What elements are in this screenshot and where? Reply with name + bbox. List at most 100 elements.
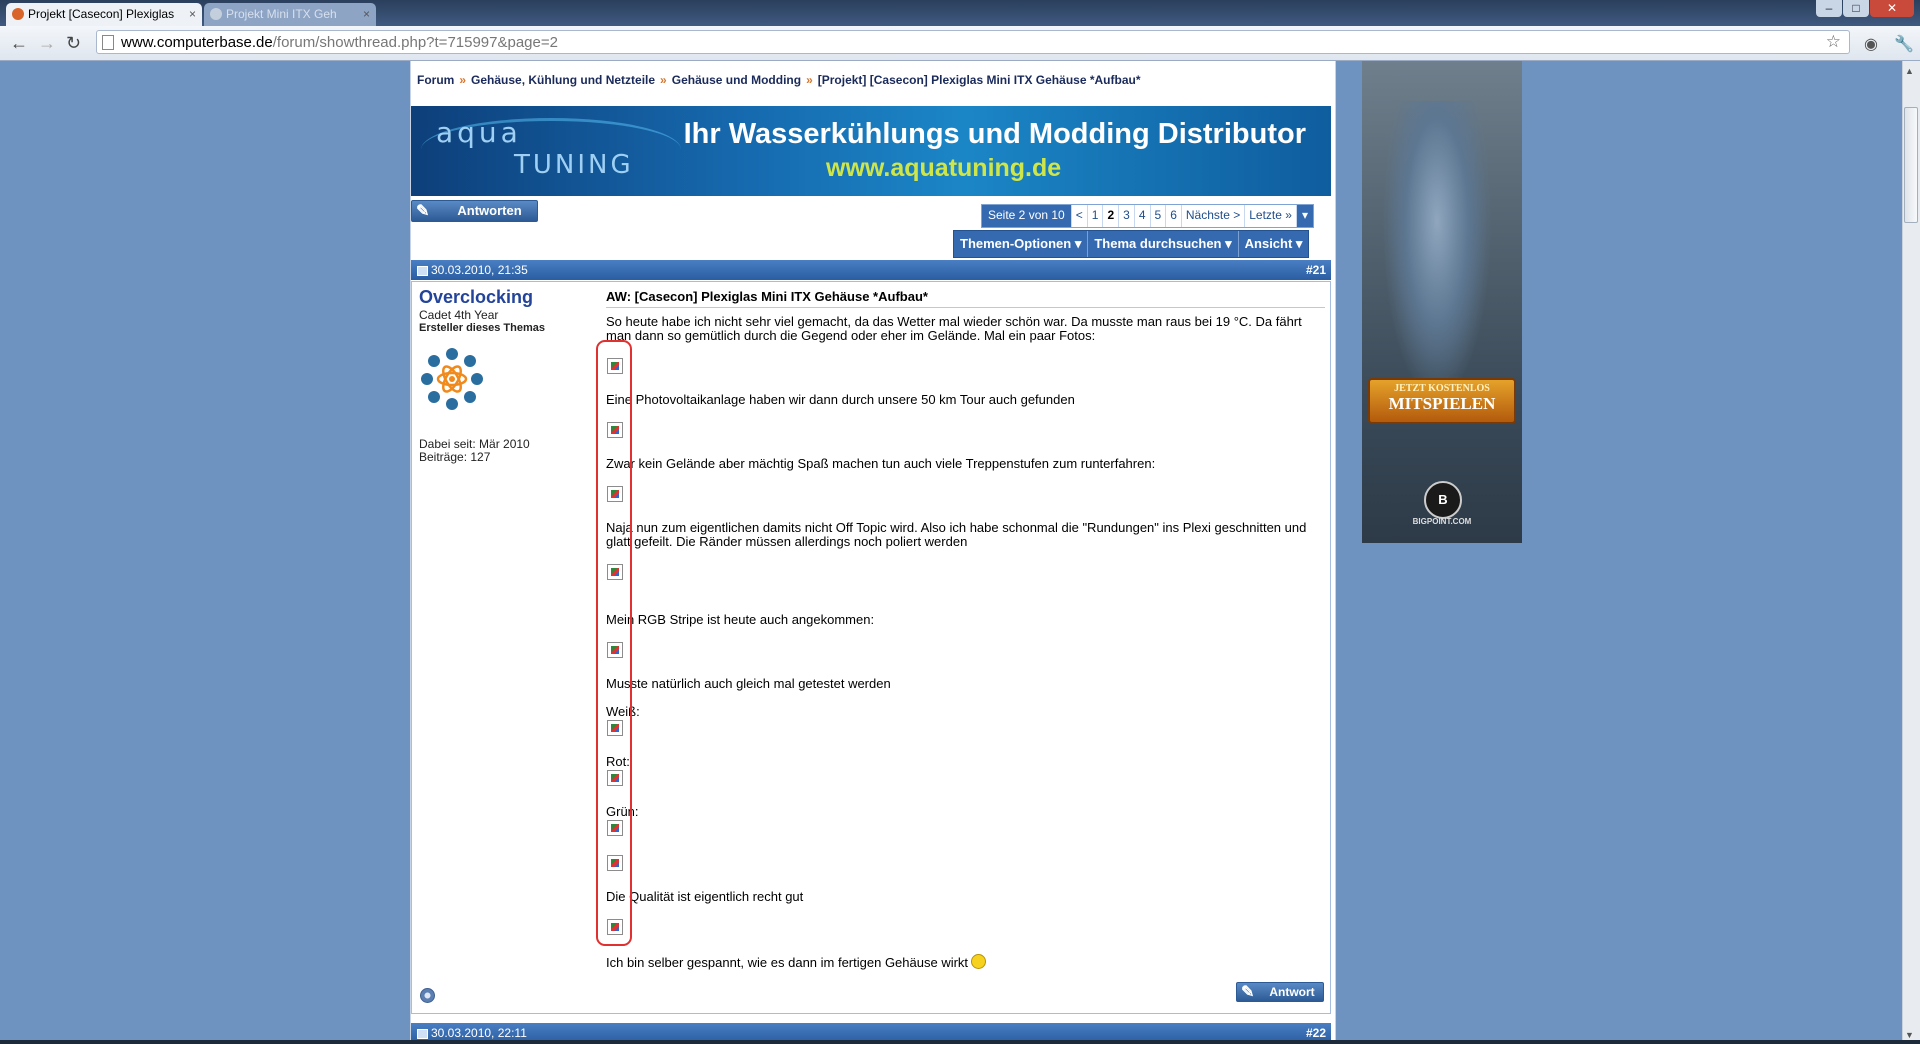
bigpoint-logo-icon: B <box>1424 481 1462 519</box>
post-body <box>411 281 1331 1014</box>
ad-play-button[interactable]: JETZT KOSTENLOS MITSPIELEN <box>1368 378 1516 424</box>
page-link[interactable]: 1 <box>1086 205 1103 227</box>
post-status-icon <box>417 1029 428 1039</box>
bookmark-star-icon[interactable]: ☆ <box>1826 32 1841 52</box>
page-link[interactable]: 3 <box>1118 205 1134 227</box>
breadcrumb-separator: » <box>459 73 467 87</box>
taskbar <box>0 1040 1920 1044</box>
post-paragraph: Rot: <box>606 754 630 769</box>
scroll-up-icon[interactable]: ▲ <box>1905 66 1914 76</box>
page-link[interactable]: 5 <box>1149 205 1166 227</box>
pen-icon: ✎ <box>416 203 430 220</box>
avatar[interactable] <box>419 346 485 412</box>
page-icon <box>102 35 114 50</box>
ad-banner[interactable]: aqua TUNING Ihr Wasserkühlungs und Moddi… <box>411 106 1331 196</box>
pen-icon: ✎ <box>1241 984 1255 1001</box>
post-number[interactable]: #21 <box>1306 260 1326 280</box>
page-link[interactable]: 6 <box>1165 205 1181 227</box>
minimize-icon[interactable]: – <box>1816 0 1842 17</box>
post-closing-text: Ich bin selber gespannt, wie es dann im … <box>606 955 969 970</box>
extension-icon[interactable]: ◉ <box>1864 34 1878 54</box>
join-date: Dabei seit: Mär 2010 <box>419 437 530 451</box>
thread-options-menu[interactable]: Themen-Optionen ▾ <box>954 231 1087 257</box>
reply-button[interactable]: ✎ Antworten <box>411 200 538 222</box>
tab-inactive[interactable]: Projekt Mini ITX Geh × <box>204 3 376 26</box>
tab-label: Projekt Mini ITX Geh <box>226 7 337 21</box>
ad-character-image <box>1382 101 1492 401</box>
breadcrumb-gehaeuse-kuehlung[interactable]: Gehäuse, Kühlung und Netzteile <box>471 73 655 87</box>
ad-button-line2: MITSPIELEN <box>1388 394 1496 413</box>
post-paragraph: Weiß: <box>606 704 640 719</box>
post-username[interactable]: Overclocking <box>419 287 533 308</box>
page-last[interactable]: Letzte » <box>1244 205 1296 227</box>
close-icon[interactable]: × <box>363 3 370 26</box>
tab-bar: Projekt [Casecon] Plexiglas × Projekt Mi… <box>0 0 1920 26</box>
close-window-icon[interactable]: ✕ <box>1870 0 1914 17</box>
favicon-icon <box>210 8 222 20</box>
skyscraper-ad[interactable]: JETZT KOSTENLOS MITSPIELEN B BIGPOINT.CO… <box>1362 61 1522 543</box>
tab-active[interactable]: Projekt [Casecon] Plexiglas × <box>6 3 202 26</box>
divider <box>606 307 1325 308</box>
close-icon[interactable]: × <box>189 3 196 26</box>
view-menu[interactable]: Ansicht ▾ <box>1237 231 1309 257</box>
page-current: 2 <box>1102 205 1118 227</box>
maximize-icon[interactable]: □ <box>1843 0 1869 17</box>
post-count: Beiträge: 127 <box>419 450 491 464</box>
thread-tools: Themen-Optionen ▾ Thema durchsuchen ▾ An… <box>953 230 1310 258</box>
banner-url: www.aquatuning.de <box>826 154 1062 182</box>
ad-logo-text: BIGPOINT.COM <box>1412 517 1472 526</box>
address-bar[interactable]: www.computerbase.de/forum/showthread.php… <box>96 30 1850 54</box>
reload-icon[interactable]: ↻ <box>66 33 81 54</box>
url-host: www.computerbase.de <box>121 34 273 51</box>
ad-button-line1: JETZT KOSTENLOS <box>1394 383 1490 394</box>
post-paragraph: Eine Photovoltaikanlage haben wir dann d… <box>606 392 1075 407</box>
smiley-icon <box>971 954 987 969</box>
forward-icon[interactable]: → <box>38 33 56 54</box>
back-icon[interactable]: ← <box>10 33 28 54</box>
breadcrumb-gehaeuse-modding[interactable]: Gehäuse und Modding <box>672 73 801 87</box>
page-link[interactable]: 4 <box>1133 205 1150 227</box>
quote-reply-button[interactable]: ✎ Antwort <box>1236 982 1324 1002</box>
page-label[interactable]: Seite 2 von 10 <box>982 205 1071 227</box>
chevron-down-icon[interactable]: ▾ <box>1295 205 1313 227</box>
banner-logo: aqua <box>436 116 522 149</box>
scrollbar-thumb[interactable] <box>1904 107 1918 223</box>
breadcrumb-thread[interactable]: [Projekt] [Casecon] Plexiglas Mini ITX G… <box>818 73 1141 87</box>
banner-logo-sub: TUNING <box>514 150 634 180</box>
thread-search-menu[interactable]: Thema durchsuchen ▾ <box>1087 231 1237 257</box>
post-paragraph: So heute habe ich nicht sehr viel gemach… <box>606 314 1302 343</box>
post-title: AW: [Casecon] Plexiglas Mini ITX Gehäuse… <box>606 289 928 304</box>
wrench-icon[interactable]: 🔧 <box>1894 34 1914 54</box>
post-status-icon <box>417 266 428 276</box>
user-title: Cadet 4th Year <box>419 308 499 322</box>
breadcrumb-separator: » <box>806 73 813 87</box>
post-paragraph: Die Qualität ist eigentlich recht gut <box>606 889 804 904</box>
post-paragraph: Naja nun zum eigentlichen damits nicht O… <box>606 520 1307 549</box>
tab-label: Projekt [Casecon] Plexiglas <box>28 7 175 21</box>
url-path: /forum/showthread.php?t=715997&page=2 <box>272 34 558 51</box>
favicon-icon <box>12 8 24 20</box>
user-rank: Ersteller dieses Themas <box>419 322 545 334</box>
page-next[interactable]: Nächste > <box>1180 205 1244 227</box>
post-date: 30.03.2010, 21:35 <box>431 263 528 277</box>
post-paragraph: Musste natürlich auch gleich mal geteste… <box>606 676 891 691</box>
breadcrumb-forum[interactable]: Forum <box>417 73 454 87</box>
post-paragraph: Grün: <box>606 804 639 819</box>
post-paragraph: Ich bin selber gespannt, wie es dann im … <box>606 954 1326 970</box>
url-text[interactable]: www.computerbase.de/forum/showthread.php… <box>121 34 558 51</box>
highlight-annotation <box>596 340 632 946</box>
window-controls: – □ ✕ <box>1815 0 1914 20</box>
scroll-down-icon[interactable]: ▼ <box>1905 1030 1914 1040</box>
post-header: 30.03.2010, 21:35 #21 <box>411 260 1331 280</box>
browser-toolbar: ← → ↻ www.computerbase.de/forum/showthre… <box>0 26 1920 61</box>
post-paragraph: Zwar kein Gelände aber mächtig Spaß mach… <box>606 456 1156 471</box>
pagination: Seite 2 von 10 < 1 2 3 4 5 6 Nächste > L… <box>981 204 1314 228</box>
breadcrumb-separator: » <box>660 73 667 87</box>
offline-status-icon <box>420 988 435 1003</box>
banner-title: Ihr Wasserkühlungs und Modding Distribut… <box>683 118 1306 150</box>
reply-label: Antwort <box>1269 985 1315 999</box>
post-paragraph: Mein RGB Stripe ist heute auch angekomme… <box>606 612 875 627</box>
breadcrumb: Forum » Gehäuse, Kühlung und Netzteile » Geh… <box>417 73 1141 87</box>
reply-label: Antworten <box>457 203 522 218</box>
page-prev[interactable]: < <box>1070 205 1087 227</box>
